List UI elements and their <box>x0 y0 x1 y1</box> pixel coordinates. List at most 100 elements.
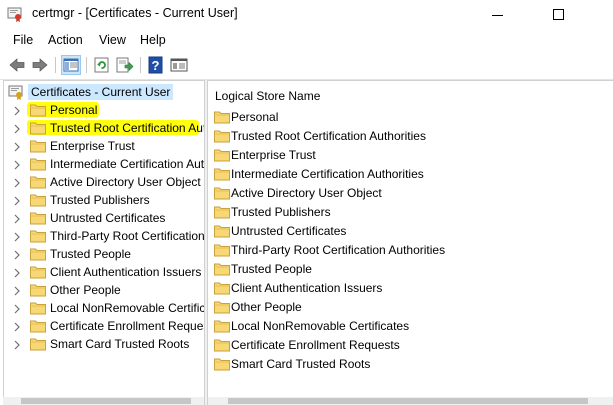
tree-item[interactable]: Intermediate Certification Authorities <box>4 155 205 173</box>
list-item-label: Client Authentication Issuers <box>231 281 383 295</box>
details-list-pane[interactable]: Logical Store Name Personal Trusted Root … <box>208 80 613 403</box>
list-scrollbar-thumb[interactable] <box>228 398 588 404</box>
folder-icon <box>30 229 46 246</box>
window-title: certmgr - [Certificates - Current User] <box>32 6 238 20</box>
tree-item[interactable]: Enterprise Trust <box>4 137 205 155</box>
console-tree-pane[interactable]: Certificates - Current User Personal Trus… <box>3 80 205 404</box>
chevron-right-icon[interactable] <box>13 105 21 119</box>
menu-help[interactable]: Help <box>140 33 166 47</box>
chevron-right-icon[interactable] <box>13 195 21 209</box>
folder-icon <box>30 103 46 120</box>
chevron-right-icon[interactable] <box>13 249 21 263</box>
tree-item[interactable]: Trusted Root Certification Authorities <box>4 119 205 137</box>
tree-item[interactable]: Certificate Enrollment Requests <box>4 317 205 335</box>
tree-item-label: Certificate Enrollment Requests <box>50 319 205 333</box>
tree-item-label: Trusted Root Certification Authorities <box>50 121 205 135</box>
list-item[interactable]: Client Authentication Issuers <box>212 279 612 298</box>
tree-root-label: Certificates - Current User <box>28 84 174 100</box>
chevron-right-icon[interactable] <box>13 141 21 155</box>
list-item[interactable]: Trusted Root Certification Authorities <box>212 127 612 146</box>
tree-item[interactable]: Third-Party Root Certification Authoriti… <box>4 227 205 245</box>
list-item[interactable]: Enterprise Trust <box>212 146 612 165</box>
tree-item-label: Trusted Publishers <box>50 193 150 207</box>
show-hide-console-tree-icon <box>63 58 79 72</box>
chevron-right-icon[interactable] <box>13 303 21 317</box>
list-item[interactable]: Local NonRemovable Certificates <box>212 317 612 336</box>
tree-item-label: Trusted People <box>50 247 131 261</box>
tree-item[interactable]: Active Directory User Object <box>4 173 205 191</box>
list-item[interactable]: Active Directory User Object <box>212 184 612 203</box>
tree-item[interactable]: Trusted People <box>4 245 205 263</box>
folder-icon <box>214 129 230 146</box>
folder-icon <box>30 319 46 336</box>
help-button[interactable]: ? <box>146 55 166 75</box>
forward-arrow-icon <box>32 58 48 72</box>
tree-item-label: Other People <box>50 283 121 297</box>
list-item-label: Trusted People <box>231 262 312 276</box>
chevron-right-icon[interactable] <box>13 339 21 353</box>
column-header-logical-store-name[interactable]: Logical Store Name <box>215 89 320 103</box>
toolbar-separator <box>140 57 141 73</box>
menu-file[interactable]: File <box>13 33 33 47</box>
list-item[interactable]: Intermediate Certification Authorities <box>212 165 612 184</box>
tree-item-label: Smart Card Trusted Roots <box>50 337 190 351</box>
list-item[interactable]: Trusted People <box>212 260 612 279</box>
tree-horizontal-scrollbar[interactable] <box>3 397 204 405</box>
export-list-button[interactable] <box>115 55 135 75</box>
folder-icon <box>214 224 230 241</box>
minimize-button[interactable] <box>475 0 521 30</box>
list-item[interactable]: Trusted Publishers <box>212 203 612 222</box>
list-item[interactable]: Untrusted Certificates <box>212 222 612 241</box>
chevron-right-icon[interactable] <box>13 159 21 173</box>
list-item-label: Intermediate Certification Authorities <box>231 167 424 181</box>
list-item[interactable]: Other People <box>212 298 612 317</box>
properties-button[interactable] <box>169 55 189 75</box>
chevron-right-icon[interactable] <box>13 321 21 335</box>
toolbar-separator <box>86 57 87 73</box>
list-item-label: Third-Party Root Certification Authoriti… <box>231 243 446 257</box>
folder-icon <box>214 262 230 279</box>
list-item[interactable]: Third-Party Root Certification Authoriti… <box>212 241 612 260</box>
list-horizontal-scrollbar[interactable] <box>208 397 613 405</box>
tree-item[interactable]: Smart Card Trusted Roots <box>4 335 205 353</box>
maximize-icon <box>553 9 564 20</box>
menu-view[interactable]: View <box>99 33 126 47</box>
list-item[interactable]: Personal <box>212 108 612 127</box>
properties-icon <box>170 58 188 72</box>
menu-action[interactable]: Action <box>48 33 83 47</box>
folder-icon <box>214 205 230 222</box>
list-item-label: Enterprise Trust <box>231 148 316 162</box>
tree-item[interactable]: Client Authentication Issuers <box>4 263 205 281</box>
tree-item[interactable]: Other People <box>4 281 205 299</box>
chevron-right-icon[interactable] <box>13 123 21 137</box>
list-item[interactable]: Smart Card Trusted Roots <box>212 355 612 374</box>
tree-item[interactable]: Trusted Publishers <box>4 191 205 209</box>
chevron-right-icon[interactable] <box>13 177 21 191</box>
tree-item-label: Third-Party Root Certification Authoriti… <box>50 229 205 243</box>
certificate-manager-app-icon[interactable] <box>7 6 23 22</box>
chevron-right-icon[interactable] <box>13 267 21 281</box>
tree-item-label: Active Directory User Object <box>50 175 201 189</box>
forward-button[interactable] <box>30 55 50 75</box>
list-item-label: Other People <box>231 300 302 314</box>
tree-scrollbar-thumb[interactable] <box>21 398 191 404</box>
refresh-button[interactable] <box>92 55 112 75</box>
chevron-right-icon[interactable] <box>13 213 21 227</box>
folder-icon <box>30 247 46 264</box>
list-item[interactable]: Certificate Enrollment Requests <box>212 336 612 355</box>
maximize-button[interactable] <box>536 0 582 30</box>
tree-item-label: Enterprise Trust <box>50 139 135 153</box>
back-button[interactable] <box>7 55 27 75</box>
folder-icon <box>30 193 46 210</box>
back-arrow-icon <box>9 58 25 72</box>
chevron-right-icon[interactable] <box>13 231 21 245</box>
tree-item[interactable]: Untrusted Certificates <box>4 209 205 227</box>
list-item-label: Trusted Publishers <box>231 205 331 219</box>
show-hide-console-tree-button[interactable] <box>61 55 81 75</box>
svg-text:?: ? <box>152 58 160 73</box>
tree-item[interactable]: Local NonRemovable Certificates <box>4 299 205 317</box>
folder-icon <box>30 337 46 354</box>
tree-item[interactable]: Personal <box>4 101 205 119</box>
list-item-label: Trusted Root Certification Authorities <box>231 129 426 143</box>
chevron-right-icon[interactable] <box>13 285 21 299</box>
